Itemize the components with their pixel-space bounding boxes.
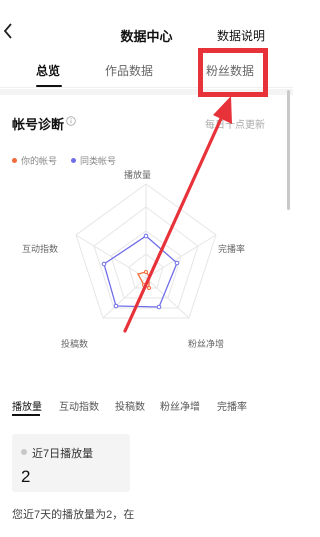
data-explanation-link[interactable]: 数据说明 xyxy=(217,27,265,44)
metric-tab-fan-growth[interactable]: 粉丝净增 xyxy=(160,398,200,413)
your-point xyxy=(142,283,146,287)
card-label: 近7日播放量 xyxy=(32,448,94,460)
metric-tab-plays[interactable]: 播放量 xyxy=(12,398,42,413)
radar-svg xyxy=(75,183,217,319)
radar-axis-label: 互动指数 xyxy=(22,244,59,254)
tab-overview[interactable]: 总览 xyxy=(36,62,60,79)
summary-text: 您近7天的播放量为2，在 xyxy=(12,509,135,521)
peer-point xyxy=(113,303,119,309)
metric-tab-submissions[interactable]: 投稿数 xyxy=(115,398,145,413)
chart-legend: 你的帐号 同类帐号 xyxy=(12,154,116,167)
peer-point xyxy=(174,260,180,266)
section-title: 帐号诊断 xyxy=(12,117,65,132)
radar-chart: 播放量 完播率 粉丝净增 投稿数 互动指数 xyxy=(0,170,293,360)
radar-axis-label: 投稿数 xyxy=(61,339,89,349)
your-point xyxy=(147,286,151,290)
legend-dot xyxy=(12,158,17,163)
legend-dot xyxy=(71,158,77,163)
metric-tab-interaction[interactable]: 互动指数 xyxy=(59,398,99,413)
radar-axis-label: 粉丝净增 xyxy=(188,339,225,349)
tab-works-data[interactable]: 作品数据 xyxy=(105,62,153,79)
metric-card[interactable]: 近7日播放量 2 xyxy=(12,434,130,492)
legend-item-your-account: 你的帐号 xyxy=(12,154,57,167)
radar-axis-label: 完播率 xyxy=(218,244,246,254)
legend-item-peer-account: 同类帐号 xyxy=(71,154,116,167)
header: 数据中心 数据说明 xyxy=(0,0,293,50)
update-note: 每日十点更新 xyxy=(205,120,265,131)
peer-point xyxy=(156,304,162,310)
peer-point xyxy=(101,261,107,267)
info-icon[interactable] xyxy=(66,116,76,126)
radar-axis-label: 播放量 xyxy=(124,170,152,180)
card-dot xyxy=(21,449,27,455)
legend-label: 你的帐号 xyxy=(21,156,58,166)
tab-active-underline xyxy=(36,85,62,87)
peer-point xyxy=(143,233,149,239)
radar-spoke xyxy=(145,234,217,279)
annotation-highlight-box xyxy=(198,48,268,97)
card-value: 2 xyxy=(21,467,31,486)
legend-label: 同类帐号 xyxy=(80,156,117,166)
scrollbar[interactable] xyxy=(287,90,290,210)
metric-tab-completion[interactable]: 完播率 xyxy=(217,398,247,413)
radar-spoke xyxy=(75,234,147,279)
your-point xyxy=(144,270,148,274)
metric-tab-underline xyxy=(12,414,40,416)
